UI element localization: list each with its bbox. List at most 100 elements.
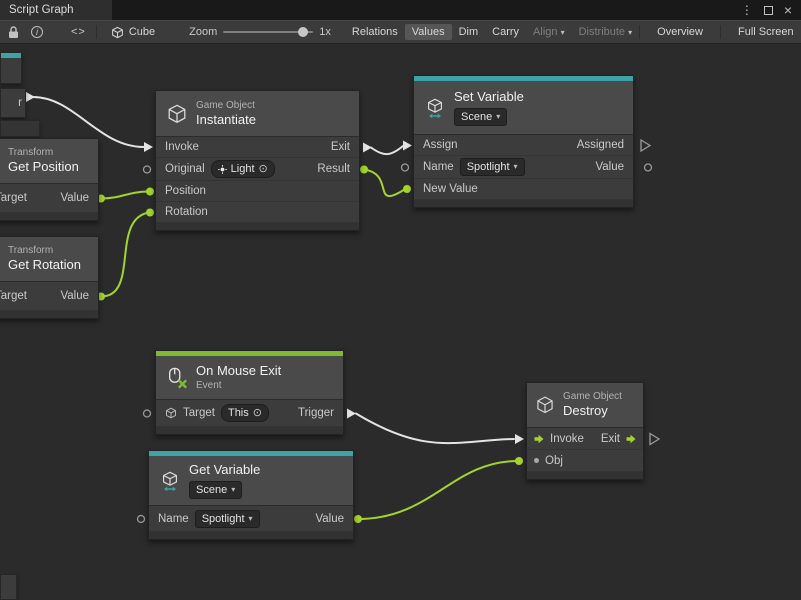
target-object-field[interactable]: This ⊙ — [221, 404, 269, 422]
node-instantiate[interactable]: Game Object Instantiate Invoke Exit Orig… — [155, 90, 360, 231]
wire-control-exit-to-assign[interactable] — [371, 146, 403, 154]
port-value-output[interactable] — [645, 164, 652, 171]
object-picker-icon[interactable]: ⊙ — [259, 164, 268, 175]
offscreen-node-fragment[interactable]: r — [0, 88, 26, 118]
node-title: Get Variable — [189, 462, 260, 478]
port-result[interactable]: Result — [317, 163, 350, 175]
port-exit-output[interactable] — [650, 434, 659, 445]
values-button[interactable]: Values — [405, 24, 452, 40]
port-obj[interactable]: Obj — [545, 455, 563, 467]
align-dropdown[interactable]: Align ▾ — [526, 24, 572, 40]
fullscreen-button[interactable]: Full Screen — [731, 24, 801, 40]
port-assigned[interactable]: Assigned — [577, 139, 624, 151]
node-header: On Mouse Exit Event — [156, 356, 343, 400]
value-port-dot — [146, 209, 154, 217]
value-port-dot — [403, 185, 411, 193]
node-set-variable[interactable]: Set Variable Scene ▾ Assign Assigned Nam… — [413, 75, 634, 208]
port-invoke[interactable]: Invoke — [165, 141, 199, 153]
offscreen-node-fragment[interactable] — [0, 120, 40, 137]
node-on-mouse-exit[interactable]: On Mouse Exit Event Target This ⊙ Trigge… — [155, 350, 344, 435]
zoom-slider[interactable] — [223, 31, 313, 33]
node-destroy[interactable]: Game Object Destroy Invoke Exit Obj — [526, 382, 644, 480]
offscreen-node-fragment[interactable] — [0, 574, 17, 600]
graph-target-label[interactable]: Cube — [129, 26, 155, 38]
toolbar-divider — [720, 25, 721, 39]
info-icon[interactable]: i — [31, 26, 43, 38]
kebab-menu-icon[interactable]: ⋮ — [741, 4, 753, 16]
tab-script-graph[interactable]: Script Graph — [0, 0, 112, 20]
variable-kind-value: Scene — [196, 483, 227, 497]
carry-button[interactable]: Carry — [485, 24, 526, 40]
port-value[interactable]: Value — [60, 192, 89, 204]
node-title: Set Variable — [454, 89, 524, 105]
node-category: Transform — [8, 146, 79, 159]
port-exit[interactable]: Exit — [601, 433, 620, 445]
port-value[interactable]: Value — [315, 513, 344, 525]
port-name[interactable]: Name — [423, 161, 454, 173]
port-row: Invoke Exit — [527, 428, 643, 450]
port-invoke[interactable]: Invoke — [550, 433, 584, 445]
port-name-input[interactable] — [402, 164, 409, 171]
port-name-input-get[interactable] — [138, 516, 145, 523]
dim-button[interactable]: Dim — [452, 24, 486, 40]
relations-button[interactable]: Relations — [345, 24, 405, 40]
port-assigned-output[interactable] — [641, 140, 650, 151]
node-footer — [156, 427, 343, 434]
port-exit[interactable]: Exit — [331, 141, 350, 153]
zoom-label: Zoom — [189, 26, 217, 38]
wire-value-getvariable-to-obj[interactable] — [358, 461, 518, 519]
port-position[interactable]: Position — [165, 185, 206, 197]
port-rotation[interactable]: Rotation — [165, 206, 208, 218]
port-row: New Value — [414, 179, 633, 200]
lock-icon[interactable] — [8, 26, 19, 39]
overview-button[interactable]: Overview — [650, 24, 710, 40]
zoom-slider-handle[interactable] — [298, 27, 308, 37]
port-new-value[interactable]: New Value — [423, 183, 478, 195]
port-value[interactable]: Value — [595, 161, 624, 173]
cube-icon — [535, 395, 555, 415]
variable-icon — [424, 97, 446, 119]
object-picker-icon[interactable]: ⊙ — [253, 408, 262, 419]
port-target[interactable]: Target — [183, 407, 215, 419]
variable-name-dropdown[interactable]: Spotlight ▾ — [460, 158, 525, 176]
port-trigger[interactable]: Trigger — [298, 407, 334, 419]
offscreen-node-fragment[interactable] — [0, 52, 22, 84]
port-row: Name Spotlight ▾ Value — [149, 506, 353, 532]
distribute-dropdown[interactable]: Distribute ▾ — [572, 24, 640, 40]
node-title: On Mouse Exit — [196, 363, 281, 379]
node-get-variable[interactable]: Get Variable Scene ▾ Name Spotlight ▾ Va… — [148, 450, 354, 540]
chevron-down-icon: ▾ — [249, 512, 253, 526]
node-footer — [0, 311, 98, 318]
node-get-position[interactable]: Transform Get Position Target Value — [0, 138, 99, 221]
port-value[interactable]: Value — [60, 290, 89, 302]
variable-name-dropdown[interactable]: Spotlight ▾ — [195, 510, 260, 528]
chevron-down-icon: ▾ — [514, 160, 518, 174]
port-name[interactable]: Name — [158, 513, 189, 525]
wire-value-getposition-to-position[interactable] — [101, 192, 149, 199]
original-object-field[interactable]: Light ⊙ — [211, 160, 275, 178]
distribute-label: Distribute — [579, 26, 625, 38]
variable-kind-dropdown[interactable]: Scene ▾ — [189, 481, 242, 499]
wire-value-result-to-newvalue[interactable] — [364, 170, 406, 197]
variable-kind-dropdown[interactable]: Scene ▾ — [454, 108, 507, 126]
port-original-input[interactable] — [144, 166, 151, 173]
node-get-rotation[interactable]: Transform Get Rotation Target Value — [0, 236, 99, 319]
value-port-dot — [515, 457, 523, 465]
port-assign[interactable]: Assign — [423, 139, 458, 151]
node-footer — [527, 472, 643, 479]
port-trigger-clipped[interactable]: r — [18, 97, 22, 109]
wire-value-getrotation-to-rotation[interactable] — [101, 213, 149, 297]
node-category: Game Object — [563, 390, 622, 403]
port-target-input[interactable] — [144, 410, 151, 417]
close-icon[interactable]: × — [784, 3, 792, 17]
port-target[interactable]: Target — [0, 192, 27, 204]
wire-control-trigger-to-destroy-invoke[interactable] — [356, 414, 514, 444]
code-preview-icon[interactable]: <> — [71, 26, 86, 38]
value-port-dot — [360, 166, 368, 174]
maximize-icon[interactable] — [764, 6, 773, 15]
control-port-arrow-icon — [403, 141, 412, 151]
port-original[interactable]: Original — [165, 163, 205, 175]
port-target[interactable]: Target — [0, 290, 27, 302]
port-row: Obj — [527, 450, 643, 472]
node-title: Get Position — [8, 159, 79, 175]
